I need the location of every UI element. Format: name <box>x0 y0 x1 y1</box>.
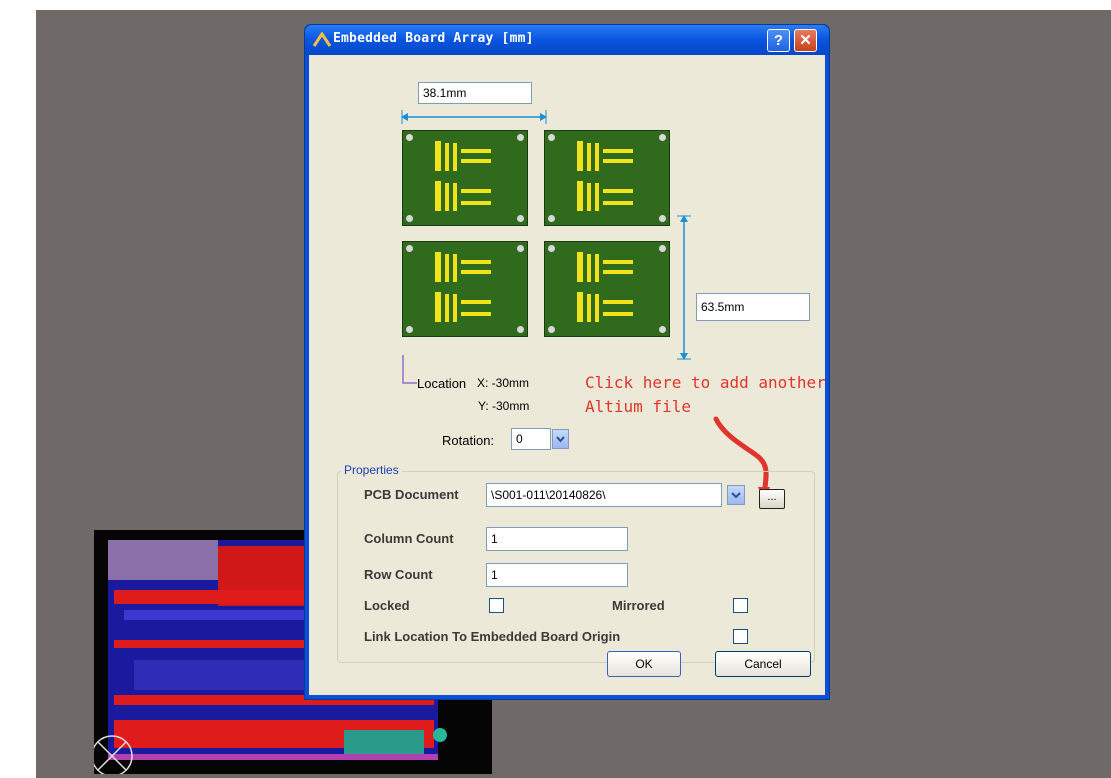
link-location-checkbox[interactable] <box>733 629 748 644</box>
chevron-down-icon <box>731 492 741 499</box>
annotation-line-2: Altium file <box>585 397 691 416</box>
location-origin-marker <box>402 355 417 384</box>
height-dimension-arrow <box>677 215 691 360</box>
board-height-field[interactable]: 63.5mm <box>696 293 810 321</box>
location-y-value: Y: -30mm <box>478 399 530 413</box>
help-button[interactable]: ? <box>767 29 790 52</box>
rotation-value: 0 <box>516 432 523 446</box>
browse-pcb-document-button[interactable]: ... <box>759 489 785 509</box>
cancel-button[interactable]: Cancel <box>715 651 811 677</box>
mirrored-label: Mirrored <box>612 598 665 613</box>
board-preview-2 <box>544 130 670 226</box>
chevron-down-icon <box>556 436 565 443</box>
location-label: Location <box>417 376 467 391</box>
rotation-label: Rotation: <box>442 433 495 448</box>
board-width-field[interactable]: 38.1mm <box>418 82 532 104</box>
column-count-label: Column Count <box>364 531 454 546</box>
annotation-line-1: Click here to add another <box>585 373 826 392</box>
dialog-client-area: 38.1mm 63.5mm Location X: -30mm Y: -30mm… <box>309 55 826 695</box>
mirrored-checkbox[interactable] <box>733 598 748 613</box>
board-preview-4 <box>544 241 670 337</box>
link-location-label: Link Location To Embedded Board Origin <box>364 629 621 644</box>
row-count-input[interactable]: 1 <box>486 563 628 587</box>
dialog-title: Embedded Board Array [mm] <box>333 31 534 46</box>
pcb-document-value: \S001-011\20140826\ <box>491 488 606 502</box>
properties-group-label: Properties <box>341 463 402 477</box>
embedded-board-array-dialog: Embedded Board Array [mm] ? ✕ 38.1mm 63.… <box>304 24 830 700</box>
pcb-document-label: PCB Document <box>364 487 459 502</box>
locked-label: Locked <box>364 598 410 613</box>
locked-checkbox[interactable] <box>489 598 504 613</box>
column-count-input[interactable]: 1 <box>486 527 628 551</box>
dialog-titlebar[interactable]: Embedded Board Array [mm] ? ✕ <box>305 25 829 55</box>
row-count-label: Row Count <box>364 567 433 582</box>
pcb-document-select[interactable]: \S001-011\20140826\ <box>486 483 722 507</box>
board-preview-3 <box>402 241 528 337</box>
board-preview-1 <box>402 130 528 226</box>
close-button[interactable]: ✕ <box>794 29 817 52</box>
width-dimension-arrow <box>401 110 547 124</box>
location-x-value: X: -30mm <box>477 376 530 390</box>
altium-app-icon <box>313 32 331 47</box>
pcb-document-dropdown-button[interactable] <box>727 485 745 505</box>
rotation-dropdown-button[interactable] <box>552 429 569 449</box>
ok-button[interactable]: OK <box>607 651 681 677</box>
rotation-select[interactable]: 0 <box>511 428 551 450</box>
